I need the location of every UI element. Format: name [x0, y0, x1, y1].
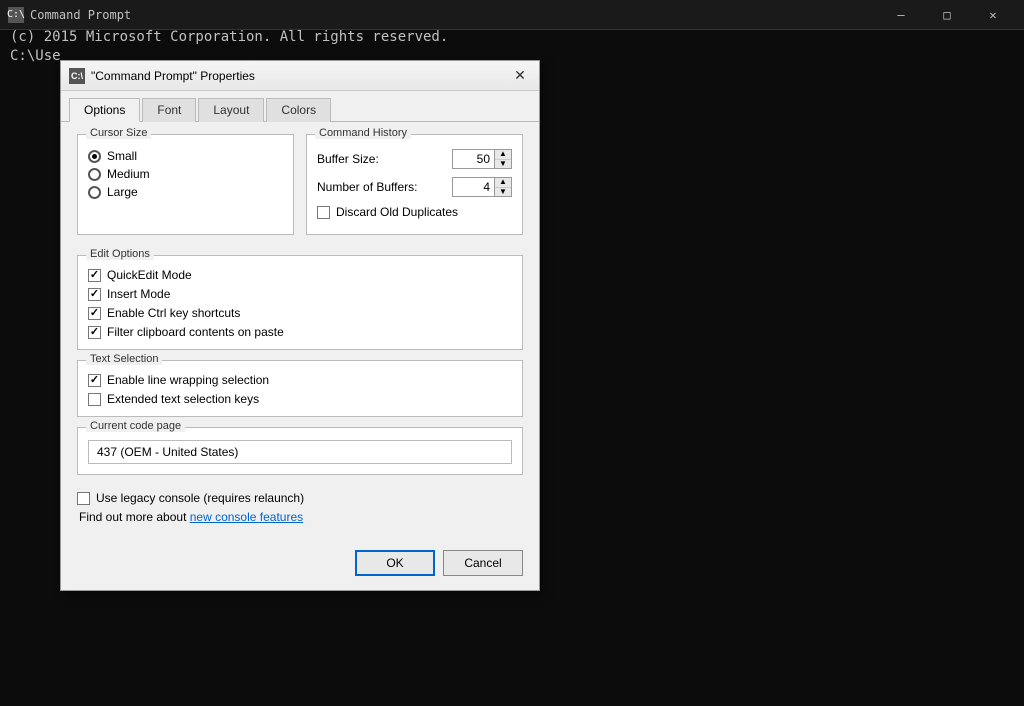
tab-colors[interactable]: Colors: [266, 98, 331, 122]
find-out-text: Find out more about: [79, 510, 190, 524]
quickedit-mode-checkbox[interactable]: QuickEdit Mode: [88, 268, 512, 282]
quickedit-mode-label: QuickEdit Mode: [107, 268, 192, 282]
edit-options-group: Edit Options QuickEdit Mode Insert Mode …: [77, 255, 523, 350]
radio-medium-label: Medium: [107, 167, 150, 181]
buffer-size-spinbox: ▲ ▼: [452, 149, 512, 169]
discard-duplicates-checkbox[interactable]: Discard Old Duplicates: [317, 205, 512, 219]
num-buffers-row: Number of Buffers: ▲ ▼: [317, 177, 512, 197]
code-page-group: Current code page 437 (OEM - United Stat…: [77, 427, 523, 475]
ctrl-key-shortcuts-label: Enable Ctrl key shortcuts: [107, 306, 240, 320]
radio-small-label: Small: [107, 149, 137, 163]
radio-large-label: Large: [107, 185, 138, 199]
new-console-features-link[interactable]: new console features: [190, 510, 303, 524]
cursor-size-radios: Small Medium Large: [88, 149, 283, 199]
ok-button[interactable]: OK: [355, 550, 435, 576]
tab-layout[interactable]: Layout: [198, 98, 264, 122]
num-buffers-spinbox: ▲ ▼: [452, 177, 512, 197]
extended-selection-checkbox[interactable]: Extended text selection keys: [88, 392, 512, 406]
dialog-titlebar-icon: C:\: [69, 68, 85, 84]
num-buffers-down[interactable]: ▼: [495, 188, 511, 197]
insert-mode-label: Insert Mode: [107, 287, 170, 301]
insert-mode-input[interactable]: [88, 288, 101, 301]
enable-wrapping-checkbox[interactable]: Enable line wrapping selection: [88, 373, 512, 387]
taskbar-buttons: — □ ✕: [878, 0, 1016, 30]
num-buffers-spin-buttons: ▲ ▼: [494, 177, 512, 197]
radio-large-input[interactable]: [88, 186, 101, 199]
filter-clipboard-input[interactable]: [88, 326, 101, 339]
legacy-console-label: Use legacy console (requires relaunch): [96, 491, 304, 505]
radio-small-input[interactable]: [88, 150, 101, 163]
taskbar-maximize-button[interactable]: □: [924, 0, 970, 30]
enable-wrapping-input[interactable]: [88, 374, 101, 387]
properties-dialog: C:\ "Command Prompt" Properties ✕ Option…: [60, 60, 540, 591]
legacy-section: Use legacy console (requires relaunch) F…: [77, 485, 523, 528]
buffer-size-label: Buffer Size:: [317, 152, 379, 166]
taskbar-minimize-button[interactable]: —: [878, 0, 924, 30]
top-section: Cursor Size Small Medium Large: [77, 134, 523, 245]
num-buffers-label: Number of Buffers:: [317, 180, 418, 194]
ctrl-key-shortcuts-input[interactable]: [88, 307, 101, 320]
buffer-size-down[interactable]: ▼: [495, 160, 511, 169]
text-selection-group: Text Selection Enable line wrapping sele…: [77, 360, 523, 417]
taskbar-icon: C:\: [8, 7, 24, 23]
radio-small[interactable]: Small: [88, 149, 283, 163]
radio-medium-input[interactable]: [88, 168, 101, 181]
find-out-row: Find out more about new console features: [77, 510, 523, 524]
dialog-titlebar-text: "Command Prompt" Properties: [91, 69, 509, 83]
tab-options[interactable]: Options: [69, 98, 140, 122]
discard-duplicates-label: Discard Old Duplicates: [336, 205, 458, 219]
num-buffers-input[interactable]: [452, 177, 494, 197]
tab-font[interactable]: Font: [142, 98, 196, 122]
quickedit-mode-input[interactable]: [88, 269, 101, 282]
filter-clipboard-checkbox[interactable]: Filter clipboard contents on paste: [88, 325, 512, 339]
discard-duplicates-input[interactable]: [317, 206, 330, 219]
edit-options-label: Edit Options: [86, 248, 154, 260]
dialog-body: Cursor Size Small Medium Large: [61, 122, 539, 540]
tabs-bar: Options Font Layout Colors: [61, 91, 539, 122]
command-history-label: Command History: [315, 127, 411, 139]
filter-clipboard-label: Filter clipboard contents on paste: [107, 325, 284, 339]
buffer-size-row: Buffer Size: ▲ ▼: [317, 149, 512, 169]
legacy-console-input[interactable]: [77, 492, 90, 505]
taskbar-title-text: Command Prompt: [30, 8, 878, 22]
extended-selection-label: Extended text selection keys: [107, 392, 259, 406]
dialog-titlebar: C:\ "Command Prompt" Properties ✕: [61, 61, 539, 91]
buffer-size-spin-buttons: ▲ ▼: [494, 149, 512, 169]
cursor-size-label: Cursor Size: [86, 127, 151, 139]
dialog-footer: OK Cancel: [61, 540, 539, 590]
buffer-size-input[interactable]: [452, 149, 494, 169]
radio-medium[interactable]: Medium: [88, 167, 283, 181]
radio-large[interactable]: Large: [88, 185, 283, 199]
taskbar: C:\ Command Prompt — □ ✕: [0, 0, 1024, 30]
insert-mode-checkbox[interactable]: Insert Mode: [88, 287, 512, 301]
legacy-console-checkbox[interactable]: Use legacy console (requires relaunch): [77, 491, 523, 505]
code-page-value: 437 (OEM - United States): [88, 440, 512, 464]
enable-wrapping-label: Enable line wrapping selection: [107, 373, 269, 387]
command-history-group: Command History Buffer Size: ▲ ▼: [306, 134, 523, 235]
cursor-size-group: Cursor Size Small Medium Large: [77, 134, 294, 235]
cancel-button[interactable]: Cancel: [443, 550, 523, 576]
ctrl-key-shortcuts-checkbox[interactable]: Enable Ctrl key shortcuts: [88, 306, 512, 320]
taskbar-close-button[interactable]: ✕: [970, 0, 1016, 30]
dialog-close-button[interactable]: ✕: [509, 65, 531, 87]
text-selection-label: Text Selection: [86, 353, 162, 365]
code-page-label: Current code page: [86, 420, 185, 432]
extended-selection-input[interactable]: [88, 393, 101, 406]
